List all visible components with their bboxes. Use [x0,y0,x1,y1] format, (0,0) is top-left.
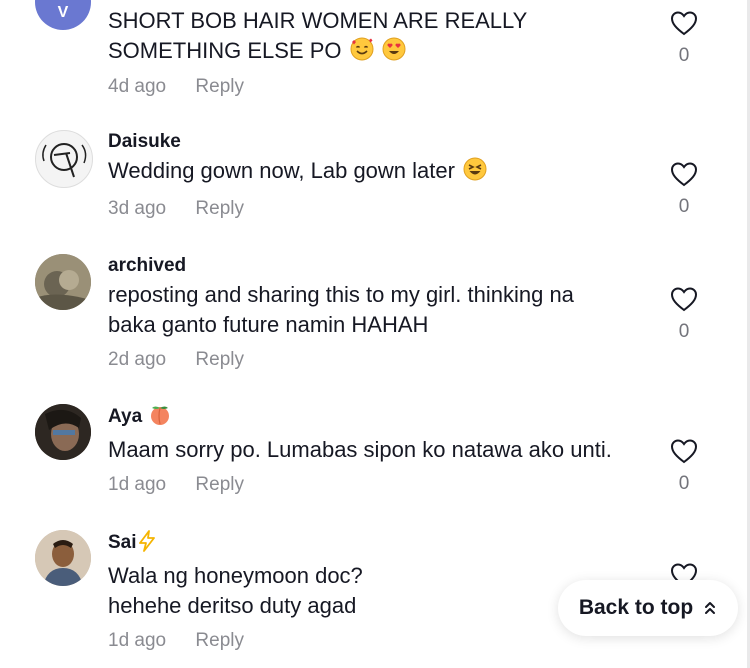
comment-text: Maam sorry po. Lumabas sipon ko natawa a… [108,435,668,465]
comment-text-line: SOMETHING ELSE PO [108,38,342,63]
like-button[interactable]: 0 [668,438,700,496]
comment-username[interactable]: archived [108,254,668,278]
comment-text-line: Wedding gown now, Lab gown later [108,158,455,183]
comment-text-line: baka ganto future namin HAHAH [108,312,429,337]
comment-username-row: Aya [108,404,668,433]
avatar[interactable]: V [35,0,91,30]
comment-time: 3d ago [108,198,167,219]
heart-outline-icon [670,439,698,464]
double-chevron-up-icon [705,602,716,614]
comment-username[interactable]: Aya [108,406,142,427]
like-count: 0 [678,196,690,217]
comment-text-line: SHORT BOB HAIR WOMEN ARE REALLY [108,8,528,33]
heart-outline-icon [670,162,698,187]
comment-time: 4d ago [108,76,167,97]
heart-eyes-emoji [382,37,406,69]
comment-time: 2d ago [108,349,167,370]
comment-meta: 2d ago Reply [108,348,668,372]
like-count: 0 [678,473,690,494]
like-button[interactable]: 0 [668,10,700,68]
avatar-photo-icon [35,530,91,586]
comment-meta: 1d ago Reply [108,473,668,497]
comment-meta: 4d ago Reply [108,75,668,99]
heart-outline-icon [670,11,698,36]
reply-button[interactable]: Reply [195,474,244,495]
like-button[interactable]: 0 [668,161,700,219]
comment-text-line-wrap: SOMETHING ELSE PO [108,36,668,69]
comment-username-row: Sai [108,530,668,559]
comment-time: 1d ago [108,630,167,651]
reply-button[interactable]: Reply [195,76,244,97]
like-button[interactable]: 0 [668,286,700,344]
comment-meta: 3d ago Reply [108,197,668,221]
smiling-face-with-hearts-emoji [350,37,374,69]
avatar[interactable] [35,530,91,586]
lightning-emoji [137,530,157,559]
back-to-top-label: Back to top [578,596,694,619]
avatar[interactable] [35,254,91,310]
reply-button[interactable]: Reply [195,349,244,370]
comment-text: Wedding gown now, Lab gown later [108,156,668,189]
avatar[interactable] [35,130,93,188]
comment-username[interactable]: Daisuke [108,130,668,154]
avatar-drawing-icon [42,143,87,178]
like-count: 0 [678,45,690,66]
peach-emoji [149,404,171,433]
squinting-laughing-emoji [463,157,487,189]
comment-text: SHORT BOB HAIR WOMEN ARE REALLY SOMETHIN… [108,6,668,69]
comment-text-line: reposting and sharing this to my girl. t… [108,282,574,307]
like-count: 0 [678,321,690,342]
reply-button[interactable]: Reply [195,630,244,651]
comment-text: reposting and sharing this to my girl. t… [108,280,668,340]
comment-username[interactable]: Sai [108,532,137,553]
reply-button[interactable]: Reply [195,198,244,219]
avatar-letter: V [57,4,69,21]
back-to-top-button[interactable]: Back to top [558,580,738,636]
comment-time: 1d ago [108,474,167,495]
avatar-photo-icon [35,404,91,460]
comment-text-line: Maam sorry po. Lumabas sipon ko natawa a… [108,437,612,462]
avatar-photo-icon [35,254,91,310]
heart-outline-icon [670,287,698,312]
comment-list: V SHORT BOB HAIR WOMEN ARE REALLY SOMETH… [0,0,750,668]
avatar[interactable] [35,404,91,460]
